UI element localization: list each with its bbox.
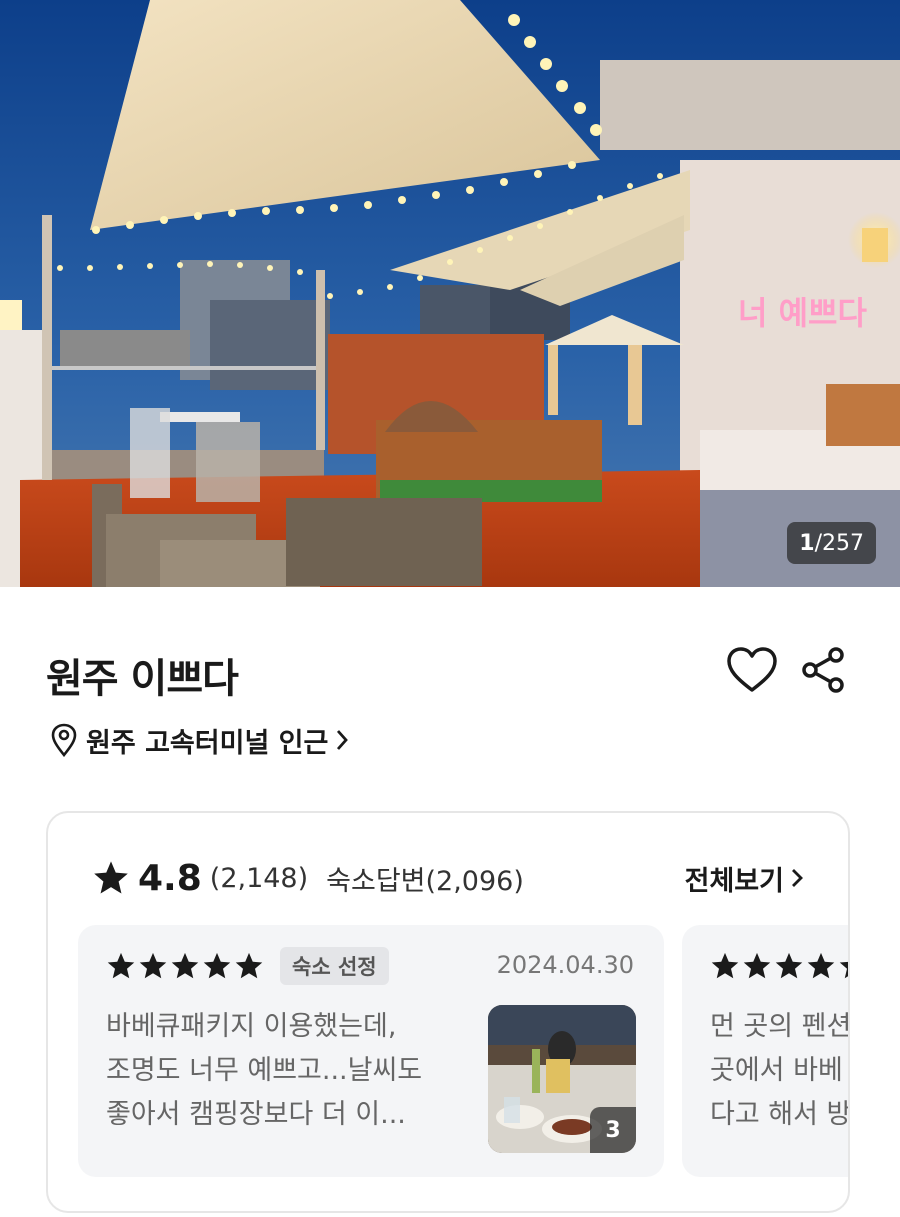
heart-icon	[727, 647, 777, 692]
review-card[interactable]: 숙소 선정 2024.04.30 바베큐패키지 이용했는데, 조명도 너무 예쁘…	[78, 925, 664, 1177]
host-pick-badge: 숙소 선정	[280, 947, 389, 985]
star-icon	[171, 952, 199, 979]
property-name: 원주 이쁘다	[46, 656, 239, 702]
location-pin-icon	[51, 723, 77, 757]
star-icon	[711, 952, 739, 979]
photo-counter: 1/257	[787, 522, 876, 564]
star-icon	[139, 952, 167, 979]
review-text-line: 먼 곳의 펜션	[710, 1011, 850, 1042]
star-icon	[235, 952, 263, 979]
review-card[interactable]: 먼 곳의 펜션 곳에서 바베 다고 해서 방	[682, 925, 850, 1177]
chevron-right-icon	[337, 730, 349, 750]
review-photo[interactable]: 3	[488, 1005, 636, 1153]
rating-summary: 4.8 (2,148) 숙소답변(2,096)	[92, 855, 524, 901]
review-text-line: 다고 해서 방	[710, 1099, 850, 1130]
neon-sign: 너 예쁘다	[738, 294, 867, 332]
share-button[interactable]	[800, 646, 848, 694]
rooftop-terrace-photo: 너 예쁘다	[0, 0, 900, 587]
star-icon	[743, 952, 771, 979]
review-stars	[710, 951, 848, 981]
review-text: 먼 곳의 펜션 곳에서 바베 다고 해서 방	[710, 1005, 850, 1137]
star-icon	[203, 952, 231, 979]
chevron-right-icon	[792, 869, 803, 887]
photo-count-badge: 3	[590, 1107, 636, 1153]
review-date: 2024.04.30	[496, 951, 634, 979]
review-text-line: 바베큐패키지 이용했는데,	[106, 1011, 397, 1042]
share-icon	[802, 647, 844, 693]
review-stars	[106, 951, 266, 981]
location-link[interactable]: 원주 고속터미널 인근	[50, 718, 350, 762]
favorite-button[interactable]	[726, 646, 778, 694]
view-all-reviews-button[interactable]: 전체보기	[685, 855, 804, 901]
star-icon	[775, 952, 803, 979]
view-all-label: 전체보기	[684, 865, 784, 897]
star-icon	[94, 861, 128, 894]
star-icon	[807, 952, 835, 979]
review-count: (2,148)	[209, 862, 309, 894]
review-text-line: 좋아서 캠핑장보다 더 이...	[106, 1099, 406, 1130]
review-text-line: 곳에서 바베	[710, 1055, 843, 1086]
review-text-line: 조명도 너무 예쁘고...날씨도	[106, 1055, 423, 1086]
photo-counter-total: /257	[814, 530, 864, 556]
host-answer-count: 숙소답변(2,096)	[326, 865, 524, 897]
review-text: 바베큐패키지 이용했는데, 조명도 너무 예쁘고...날씨도 좋아서 캠핑장보다…	[106, 1005, 466, 1137]
rating-score: 4.8	[138, 857, 202, 899]
star-icon	[107, 952, 135, 979]
location-text: 원주 고속터미널 인근	[86, 727, 329, 759]
review-summary-card: 4.8 (2,148) 숙소답변(2,096) 전체보기 숙소 선정 2024.…	[46, 811, 850, 1213]
photo-counter-current: 1	[799, 530, 815, 556]
star-icon	[839, 961, 848, 979]
hero-photo[interactable]: 너 예쁘다 1 /257	[0, 0, 900, 587]
